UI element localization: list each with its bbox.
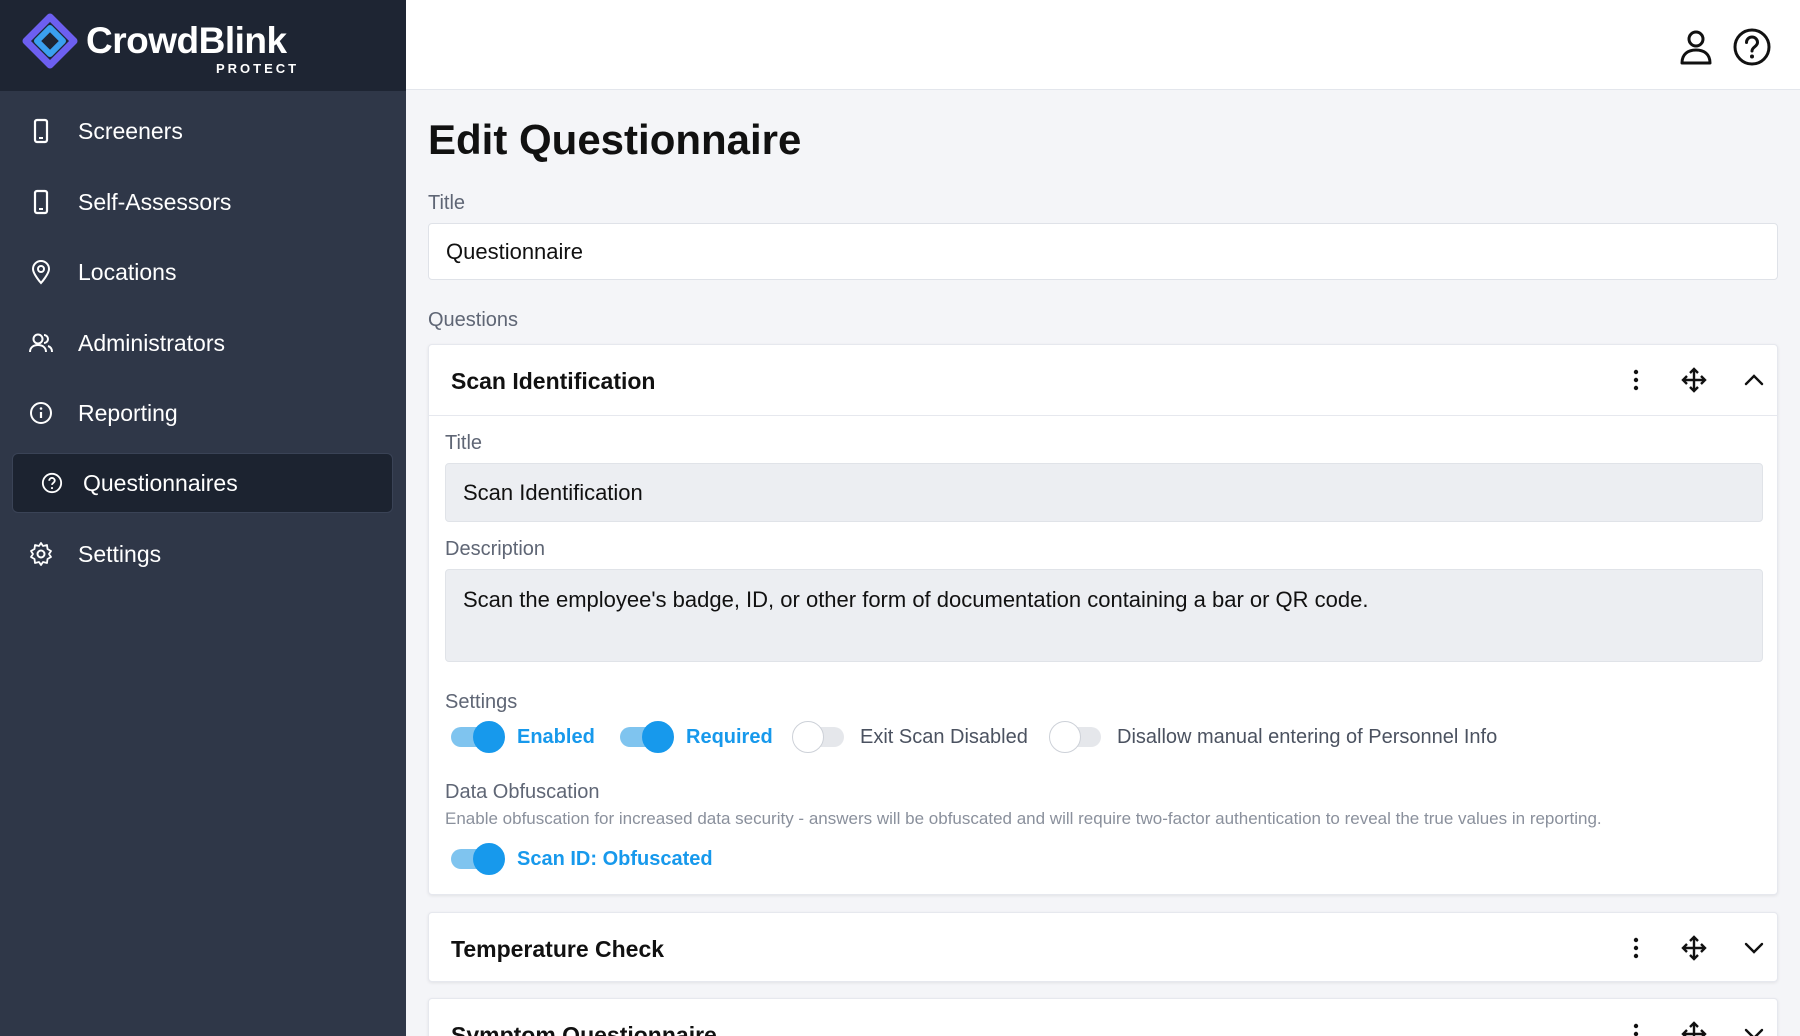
top-bar [406, 0, 1800, 90]
sidebar-item-label: Screeners [78, 117, 183, 144]
sidebar-item-label: Settings [78, 540, 162, 567]
toggle-scan-id-obfuscated[interactable]: Scan ID: Obfuscated [451, 843, 713, 875]
toggle-required[interactable]: Required [620, 721, 773, 753]
info-icon [26, 398, 56, 428]
toggle-knob [642, 721, 674, 753]
sidebar-item-label: Questionnaires [83, 469, 238, 496]
title-label: Title [428, 192, 466, 214]
user-icon[interactable] [1676, 27, 1716, 67]
question-title: Symptom Questionnaire [451, 1022, 717, 1036]
toggle-exit-scan-disabled[interactable]: Exit Scan Disabled [792, 721, 1028, 753]
question-title-label: Title [445, 432, 483, 454]
toggle-disallow-manual-entry[interactable]: Disallow manual entering of Personnel In… [1049, 721, 1498, 753]
users-icon [26, 328, 56, 358]
settings-label: Settings [445, 691, 518, 713]
toggle-track [792, 721, 844, 753]
question-card-temperature-check: Temperature Check [428, 912, 1778, 982]
move-icon[interactable] [1679, 1019, 1709, 1036]
more-vertical-icon[interactable] [1621, 1019, 1651, 1036]
toggle-track [451, 843, 505, 875]
gear-icon [26, 539, 56, 569]
questionnaire-title-input[interactable]: Questionnaire [428, 223, 1778, 280]
sidebar-item-locations[interactable]: Locations [12, 242, 393, 302]
more-vertical-icon[interactable] [1621, 365, 1651, 395]
brand-subtitle: PROTECT [216, 61, 300, 76]
sidebar-item-settings[interactable]: Settings [12, 524, 393, 584]
toggle-label: Scan ID: Obfuscated [517, 847, 713, 870]
description-label: Description [445, 538, 546, 560]
toggle-knob [792, 721, 824, 753]
sidebar-item-self-assessors[interactable]: Self-Assessors [12, 172, 393, 232]
toggle-track [451, 721, 505, 753]
sidebar-item-questionnaires[interactable]: Questionnaires [12, 453, 393, 513]
toggle-label: Disallow manual entering of Personnel In… [1117, 725, 1498, 748]
toggle-knob [473, 843, 505, 875]
question-card-symptom-questionnaire: Symptom Questionnaire [428, 998, 1778, 1036]
sidebar: CrowdBlink PROTECT Screeners Self-Assess… [0, 0, 406, 1036]
toggle-track [620, 721, 674, 753]
crowdblink-logo-icon [22, 13, 78, 69]
main-content: Edit Questionnaire Title Questionnaire Q… [406, 90, 1800, 1036]
sidebar-item-label: Reporting [78, 399, 178, 426]
question-card-body: Title Scan Identification Description Sc… [429, 415, 1777, 896]
phone-icon [26, 187, 56, 217]
help-circle-icon[interactable] [1732, 27, 1772, 67]
toggle-track [1049, 721, 1101, 753]
move-icon[interactable] [1679, 365, 1709, 395]
brand-name: CrowdBlink [86, 20, 287, 61]
brand-bar: CrowdBlink PROTECT [0, 0, 406, 91]
phone-icon [26, 116, 56, 146]
question-title: Temperature Check [451, 936, 665, 962]
toggle-knob [473, 721, 505, 753]
question-card-header[interactable]: Temperature Check [429, 913, 1777, 983]
question-card-header[interactable]: Scan Identification [429, 345, 1777, 415]
chevron-down-icon[interactable] [1739, 1019, 1769, 1036]
question-card-header[interactable]: Symptom Questionnaire [429, 999, 1777, 1036]
data-obfuscation-help: Enable obfuscation for increased data se… [445, 809, 1602, 828]
sidebar-item-label: Locations [78, 258, 177, 285]
chevron-up-icon[interactable] [1739, 365, 1769, 395]
sidebar-item-label: Self-Assessors [78, 188, 232, 215]
toggle-label: Required [686, 725, 773, 748]
toggle-label: Enabled [517, 725, 595, 748]
more-vertical-icon[interactable] [1621, 933, 1651, 963]
question-card-scan-identification: Scan Identification Title Scan Identific… [428, 344, 1778, 895]
data-obfuscation-label: Data Obfuscation [445, 781, 600, 803]
questions-label: Questions [428, 309, 519, 331]
page-title: Edit Questionnaire [428, 116, 802, 163]
question-title: Scan Identification [451, 368, 656, 394]
toggle-enabled[interactable]: Enabled [451, 721, 595, 753]
chevron-down-icon[interactable] [1739, 933, 1769, 963]
sidebar-item-reporting[interactable]: Reporting [12, 383, 393, 443]
question-title-input[interactable]: Scan Identification [445, 463, 1763, 522]
toggle-knob [1049, 721, 1081, 753]
question-circle-icon [37, 468, 67, 498]
map-pin-icon [26, 257, 56, 287]
toggle-label: Exit Scan Disabled [860, 725, 1028, 748]
sidebar-item-administrators[interactable]: Administrators [12, 313, 393, 373]
move-icon[interactable] [1679, 933, 1709, 963]
sidebar-item-label: Administrators [78, 329, 225, 356]
description-textarea[interactable]: Scan the employee's badge, ID, or other … [445, 569, 1763, 662]
sidebar-item-screeners[interactable]: Screeners [12, 101, 393, 161]
